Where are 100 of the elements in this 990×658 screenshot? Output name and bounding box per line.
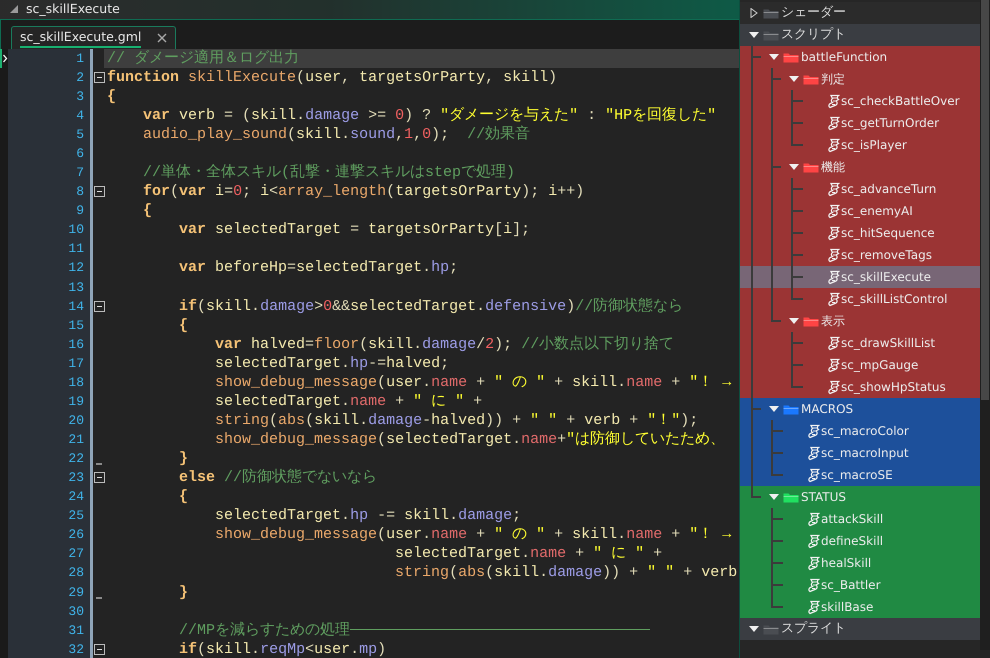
expand-arrow-icon[interactable] [788, 162, 800, 172]
tree-item[interactable]: sc_isPlayer [740, 134, 980, 156]
code-line: var selectedTarget = targetsOrParty[i]; [178, 220, 530, 240]
code-line: show_debug_message(selectedTarget.name+"は防御していたため、 [214, 430, 726, 450]
line-number: 32 [68, 640, 84, 658]
code-line: else //防御状態でないなら [178, 468, 378, 488]
line-number: 13 [68, 278, 84, 296]
script-icon [828, 116, 840, 130]
code-line: { [178, 487, 188, 506]
tree-item[interactable]: battleFunction [740, 46, 980, 68]
line-number: 18 [68, 374, 84, 392]
window-title: sc_skillExecute [26, 0, 120, 18]
code-line: selectedTarget.hp -= skill.damage; [214, 506, 522, 526]
script-icon [808, 578, 820, 592]
code-line: show_debug_message(user.name + " の " + skill.name + "！ → [214, 525, 732, 544]
code-line: string(abs(skill.damage)) + " " + verb [394, 563, 738, 582]
script-icon [828, 138, 840, 152]
code-line: selectedTarget.name + " に " + [214, 392, 482, 411]
line-number: 27 [68, 545, 84, 564]
corner-triangle-icon[interactable] [10, 5, 18, 14]
line-number: 22 [68, 450, 84, 468]
expand-arrow-icon[interactable] [768, 404, 780, 414]
code-line: var halved=floor(skill.damage/2); //小数点以下切り捨て [214, 334, 674, 354]
tree-item[interactable]: sc_skillListControl [740, 288, 980, 310]
line-number: 1 [76, 50, 84, 68]
tree-item[interactable]: sc_mpGauge [740, 354, 980, 376]
tree-item[interactable]: sc_macroInput [740, 442, 980, 464]
fold-toggle-icon[interactable] [94, 186, 105, 198]
script-icon [828, 182, 840, 196]
tree-item[interactable]: スクリプト [740, 24, 980, 46]
tree-item[interactable]: sc_advanceTurn [740, 178, 980, 200]
line-number: 10 [68, 221, 84, 240]
script-icon [828, 226, 840, 240]
expand-arrow-icon[interactable] [748, 624, 760, 634]
code-line: if(skill.reqMp<user.mp) [178, 640, 386, 658]
line-number: 4 [76, 106, 84, 125]
expand-arrow-icon[interactable] [788, 74, 800, 84]
line-number: 19 [68, 392, 84, 411]
tree-item[interactable]: 判定 [740, 68, 980, 90]
tree-item[interactable]: sc_showHpStatus [740, 376, 980, 398]
tree-item[interactable]: 表示 [740, 310, 980, 332]
expand-arrow-icon[interactable] [748, 30, 760, 40]
tree-item[interactable]: sc_removeTags [740, 244, 980, 266]
code-line: //単体・全体スキル(乱撃・連撃スキルはstepで処理) [142, 163, 516, 182]
tree-item[interactable]: スプライト [740, 618, 980, 640]
code-line: function skillExecute(user, targetsOrParty, skill) [107, 68, 558, 87]
script-icon [808, 468, 820, 482]
line-number: 21 [68, 431, 84, 449]
script-icon [828, 358, 840, 372]
line-number: 28 [68, 564, 84, 582]
line-number: 8 [76, 183, 84, 202]
line-number: 2 [76, 68, 84, 87]
tree-item[interactable]: シェーダー [740, 2, 980, 24]
tree-item[interactable]: sc_hitSequence [740, 222, 980, 244]
scrollbar[interactable] [980, 0, 990, 650]
script-icon [808, 600, 820, 614]
fold-toggle-icon[interactable] [94, 72, 105, 83]
tree-item[interactable]: sc_getTurnOrder [740, 112, 980, 134]
fold-toggle-icon[interactable] [94, 300, 105, 312]
tree-item[interactable]: sc_skillExecute [740, 266, 980, 288]
tree-item[interactable]: STATUS [740, 486, 980, 508]
code-line: { [142, 201, 152, 220]
tree-item[interactable]: sc_macroColor [740, 420, 980, 442]
script-icon [828, 248, 840, 262]
tree-item[interactable]: defineSkill [740, 530, 980, 552]
line-number: 12 [68, 259, 84, 278]
line-number: 7 [76, 164, 84, 182]
code-line: var verb = (skill.damage >= 0) ? "ダメージを与えた" : "HPを回復した" [142, 106, 716, 125]
code-line: var beforeHp=selectedTarget.hp; [178, 258, 458, 278]
tree-item[interactable]: 機能 [740, 156, 980, 178]
fold-toggle-icon[interactable] [94, 472, 105, 484]
tree-item[interactable]: sc_checkBattleOver [740, 90, 980, 112]
collapse-arrow-icon[interactable] [748, 8, 760, 18]
tree-item[interactable]: healSkill [740, 552, 980, 574]
tree-item[interactable]: attackSkill [740, 508, 980, 530]
line-number: 16 [68, 336, 84, 354]
tree-item[interactable]: sc_macroSE [740, 464, 980, 486]
tree-item[interactable]: MACROS [740, 398, 980, 420]
script-icon [808, 446, 820, 460]
line-number: 31 [68, 622, 84, 640]
script-icon [808, 424, 820, 438]
code-line: { [178, 316, 188, 335]
tree-item[interactable]: sc_enemyAI [740, 200, 980, 222]
code-line: } [178, 449, 188, 468]
expand-arrow-icon[interactable] [788, 316, 800, 326]
tree-item[interactable]: sc_drawSkillList [740, 332, 980, 354]
folder-icon [763, 624, 779, 634]
tree-item[interactable]: skillBase [740, 596, 980, 618]
script-icon [828, 270, 840, 284]
code-line: for(var i=0; i<array_length(targetsOrParty); i++) [142, 182, 584, 202]
expand-arrow-icon[interactable] [768, 52, 780, 62]
script-icon [828, 292, 840, 306]
editor-tab[interactable]: sc_skillExecute.gml [11, 26, 176, 49]
tree-item[interactable]: sc_Battler [740, 574, 980, 596]
fold-toggle-icon[interactable] [94, 644, 105, 655]
close-icon[interactable] [157, 32, 168, 43]
line-number: 30 [68, 602, 84, 621]
line-number: 3 [76, 88, 84, 106]
script-icon [828, 336, 840, 350]
code-line: } [178, 582, 188, 602]
